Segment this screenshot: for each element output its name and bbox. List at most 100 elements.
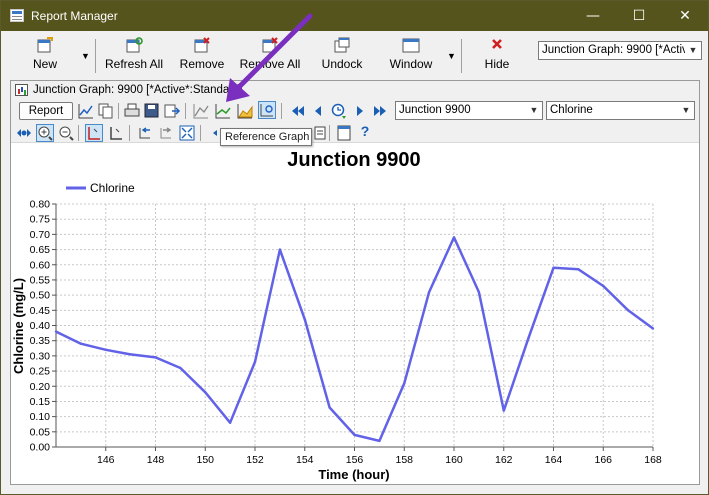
previous-step-icon[interactable] [309, 102, 327, 120]
y-axis-label: Chlorine (mg/L) [11, 278, 26, 374]
save-icon[interactable] [143, 102, 161, 120]
graph-type-icon[interactable] [192, 102, 210, 120]
first-step-icon[interactable] [289, 102, 307, 120]
maximize-button[interactable]: ☐ [616, 1, 662, 31]
data-point-chlorine [477, 290, 481, 294]
chart-settings-icon[interactable] [258, 101, 276, 119]
undock-label: Undock [321, 57, 363, 71]
y-tick-label: 0.00 [30, 442, 51, 454]
reference-graph-icon[interactable] [214, 102, 232, 120]
y-tick-label: 0.55 [30, 274, 51, 286]
element-selector-value: Junction 9900 [399, 104, 471, 116]
data-point-chlorine [626, 309, 630, 312]
x-tick-label: 158 [395, 454, 413, 466]
graph-selector-dropdown[interactable]: Junction Graph: 9900 [*Active*:S ▼ [538, 41, 702, 60]
data-point-chlorine [502, 409, 505, 412]
remove-all-icon [262, 37, 278, 53]
pan-icon[interactable] [15, 124, 33, 142]
chart-title: Junction 9900 [287, 149, 420, 171]
bar-chart-icon [15, 84, 28, 96]
data-point-chlorine [253, 360, 257, 364]
y-tick-label: 0.25 [30, 366, 51, 378]
data-point-chlorine [179, 366, 182, 370]
chevron-down-icon: ▼ [526, 102, 542, 119]
toolbar-separator [281, 103, 282, 119]
maximize-icon: ☐ [632, 8, 646, 24]
fit-to-window-icon[interactable] [178, 124, 196, 142]
line-chart-icon[interactable] [77, 102, 95, 120]
zoom-in-icon[interactable] [36, 124, 54, 142]
x-tick-label: 150 [196, 454, 214, 466]
help-icon[interactable]: ? [356, 123, 374, 141]
data-point-chlorine [228, 421, 232, 424]
copy-graph-icon[interactable] [97, 102, 115, 120]
toolbar-separator [329, 125, 330, 141]
ribbon-separator [95, 39, 96, 73]
zoom-out-icon[interactable] [57, 124, 75, 142]
x-tick-label: 146 [97, 454, 115, 466]
minimize-button[interactable]: — [570, 1, 616, 31]
chart-area: 0.00 0.05 0.10 0.15 0.20 0.25 0.30 0.35 0.40 0.45… [10, 142, 700, 485]
time-step-icon[interactable] [329, 102, 347, 120]
remove-report-icon [194, 37, 210, 53]
y-axis-scale-icon[interactable] [85, 124, 103, 142]
new-dropdown-arrow-icon[interactable]: ▼ [81, 51, 91, 61]
chlorine-line-chart: 0.00 0.05 0.10 0.15 0.20 0.25 0.30 0.35 0.40 0.45… [11, 149, 662, 482]
properties-icon[interactable] [335, 124, 353, 142]
undock-button[interactable]: Undock [319, 37, 365, 77]
parameter-selector-value: Chlorine [550, 104, 593, 116]
x-tick-label: 148 [147, 454, 165, 466]
parameter-selector-dropdown[interactable]: Chlorine ▼ [546, 101, 695, 120]
y-tick-label: 0.45 [30, 305, 51, 317]
refresh-icon [126, 37, 143, 53]
y-tick-label: 0.70 [30, 229, 51, 241]
next-step-icon[interactable] [351, 102, 369, 120]
last-step-icon[interactable] [371, 102, 389, 120]
reference-graph-tooltip: Reference Graph [220, 128, 312, 146]
data-point-chlorine [403, 382, 406, 385]
report-button[interactable]: Report [19, 102, 73, 120]
y-tick-label: 0.10 [30, 411, 51, 423]
graph-panel-title: Junction Graph: 9900 [*Active*:Standard] [33, 84, 243, 96]
close-button[interactable]: ✕ [662, 1, 708, 31]
x-tick-label: 160 [445, 454, 463, 466]
data-point-chlorine [204, 391, 207, 394]
x-axis-label: Time (hour) [318, 467, 389, 482]
remove-label: Remove [179, 57, 225, 71]
export-icon[interactable] [163, 102, 181, 120]
remove-all-button[interactable]: Remove All [239, 37, 301, 77]
data-point-chlorine [651, 327, 655, 330]
data-point-chlorine [452, 236, 456, 239]
y-tick-label: 0.20 [30, 381, 51, 393]
hide-label: Hide [484, 57, 510, 71]
area-chart-icon[interactable] [236, 102, 254, 120]
hide-button[interactable]: Hide [477, 37, 517, 77]
data-point-chlorine [79, 342, 83, 345]
data-point-chlorine [129, 353, 132, 356]
x-tick-label: 156 [346, 454, 364, 466]
data-point-chlorine [527, 336, 530, 339]
data-point-chlorine [303, 318, 306, 321]
print-icon[interactable] [123, 102, 141, 120]
y-tick-label: 0.35 [30, 335, 51, 347]
remove-button[interactable]: Remove [177, 37, 227, 77]
ribbon-separator [461, 39, 462, 73]
new-label: New [32, 57, 57, 71]
y-tick-label: 0.65 [30, 244, 51, 256]
window-button[interactable]: Window [387, 37, 435, 77]
window-dropdown-arrow-icon[interactable]: ▼ [447, 51, 457, 61]
redo-zoom-icon[interactable] [157, 124, 175, 142]
undo-zoom-icon[interactable] [136, 124, 154, 142]
new-button[interactable]: New [23, 37, 67, 77]
element-selector-dropdown[interactable]: Junction 9900 ▼ [395, 101, 543, 120]
data-point-chlorine [54, 330, 58, 333]
x-axis-scale-icon[interactable] [107, 124, 125, 142]
chevron-down-icon: ▼ [678, 102, 694, 119]
tooltip-text: Reference Graph [225, 131, 310, 143]
chevron-down-icon: ▼ [685, 42, 701, 59]
legend-icon[interactable] [311, 124, 329, 142]
refresh-all-button[interactable]: Refresh All [103, 37, 165, 77]
y-tick-label: 0.05 [30, 426, 51, 438]
data-point-chlorine [353, 433, 356, 437]
report-label: Report [28, 105, 64, 117]
